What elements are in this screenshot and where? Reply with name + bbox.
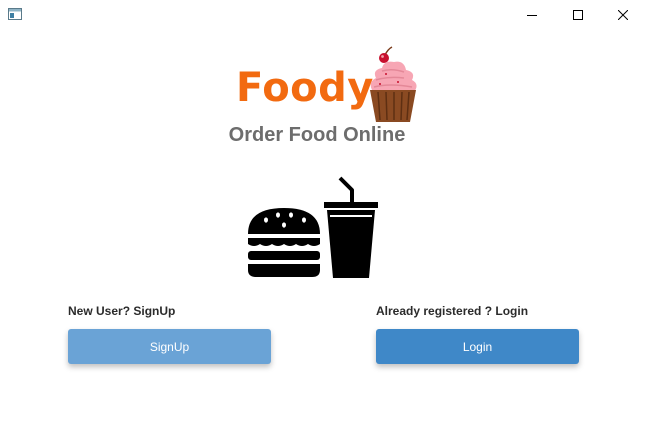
food-illustration	[248, 176, 378, 278]
signup-button[interactable]: SignUp	[68, 329, 271, 364]
tagline: Order Food Online	[228, 124, 406, 146]
app-window-icon	[8, 8, 22, 20]
signup-prompt: New User? SignUp	[68, 304, 176, 318]
cupcake-icon	[370, 46, 417, 122]
drink-cup-icon	[324, 176, 378, 278]
maximize-icon	[573, 10, 583, 20]
app-window: Foody Order Food Online New User? SignUp…	[0, 0, 645, 447]
minimize-button[interactable]	[509, 0, 555, 30]
close-button[interactable]	[600, 0, 645, 30]
brand-logo-text: Foody	[236, 65, 374, 111]
login-prompt: Already registered ? Login	[376, 304, 529, 318]
title-bar[interactable]	[0, 0, 645, 30]
burger-icon	[248, 208, 320, 277]
login-button[interactable]: Login	[376, 329, 579, 364]
close-icon	[618, 10, 628, 20]
minimize-icon	[527, 15, 537, 16]
maximize-button[interactable]	[555, 0, 601, 30]
